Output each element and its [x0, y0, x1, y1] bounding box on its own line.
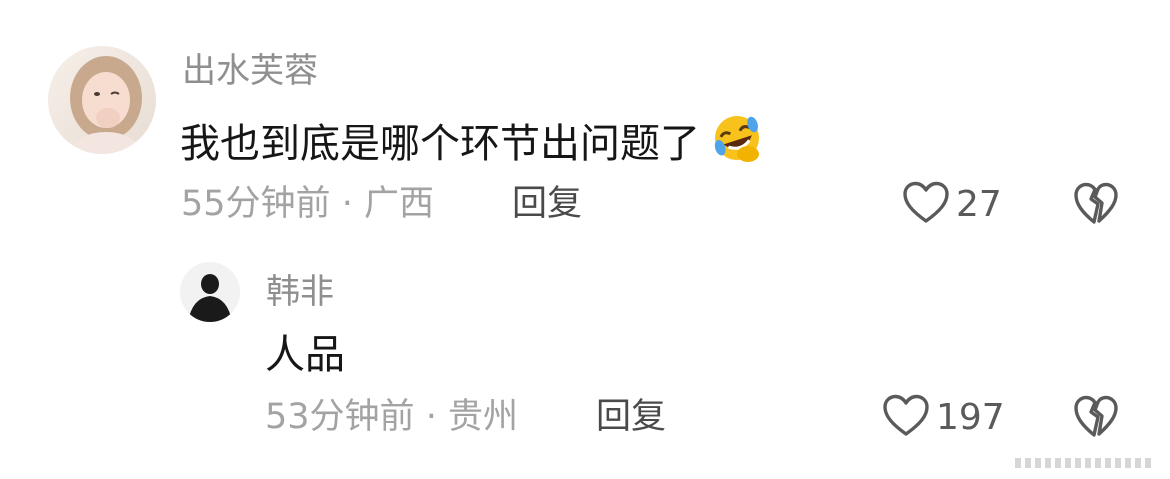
- meta-separator: ·: [341, 184, 353, 224]
- broken-heart-icon: [1073, 182, 1119, 230]
- comment-time: 55分钟前: [181, 184, 331, 224]
- dislike-button[interactable]: [1073, 182, 1119, 230]
- watermark-graphic: [1015, 458, 1151, 468]
- reply-time: 53分钟前: [265, 397, 415, 437]
- reply-text-content: 人品: [265, 332, 345, 378]
- broken-heart-icon: [1073, 395, 1119, 443]
- reply-button[interactable]: 回复: [512, 184, 582, 224]
- comment-meta: 55分钟前 · 广西: [181, 184, 434, 224]
- dislike-button[interactable]: [1073, 395, 1119, 443]
- comment-location: 广西: [363, 184, 434, 224]
- heart-icon: [902, 181, 950, 229]
- comment-text: 我也到底是哪个环节出问题了: [180, 112, 766, 176]
- reply-button[interactable]: 回复: [596, 397, 666, 437]
- reply-location: 贵州: [447, 397, 518, 437]
- like-count: 27: [956, 184, 1002, 225]
- avatar[interactable]: [180, 262, 240, 322]
- like-count: 197: [936, 397, 1005, 438]
- reply-meta: 53分钟前 · 贵州: [265, 397, 518, 437]
- like-button[interactable]: 197: [882, 394, 1005, 442]
- comment-text-content: 我也到底是哪个环节出问题了: [180, 121, 700, 167]
- comment-username[interactable]: 出水芙蓉: [182, 51, 318, 91]
- reply-text: 人品: [265, 330, 345, 380]
- meta-separator: ·: [425, 397, 437, 437]
- like-button[interactable]: 27: [902, 181, 1002, 229]
- reply-username[interactable]: 韩非: [266, 272, 334, 312]
- rolling-on-floor-laughing-emoji-icon: [708, 112, 766, 176]
- avatar[interactable]: [48, 46, 156, 154]
- heart-icon: [882, 394, 930, 442]
